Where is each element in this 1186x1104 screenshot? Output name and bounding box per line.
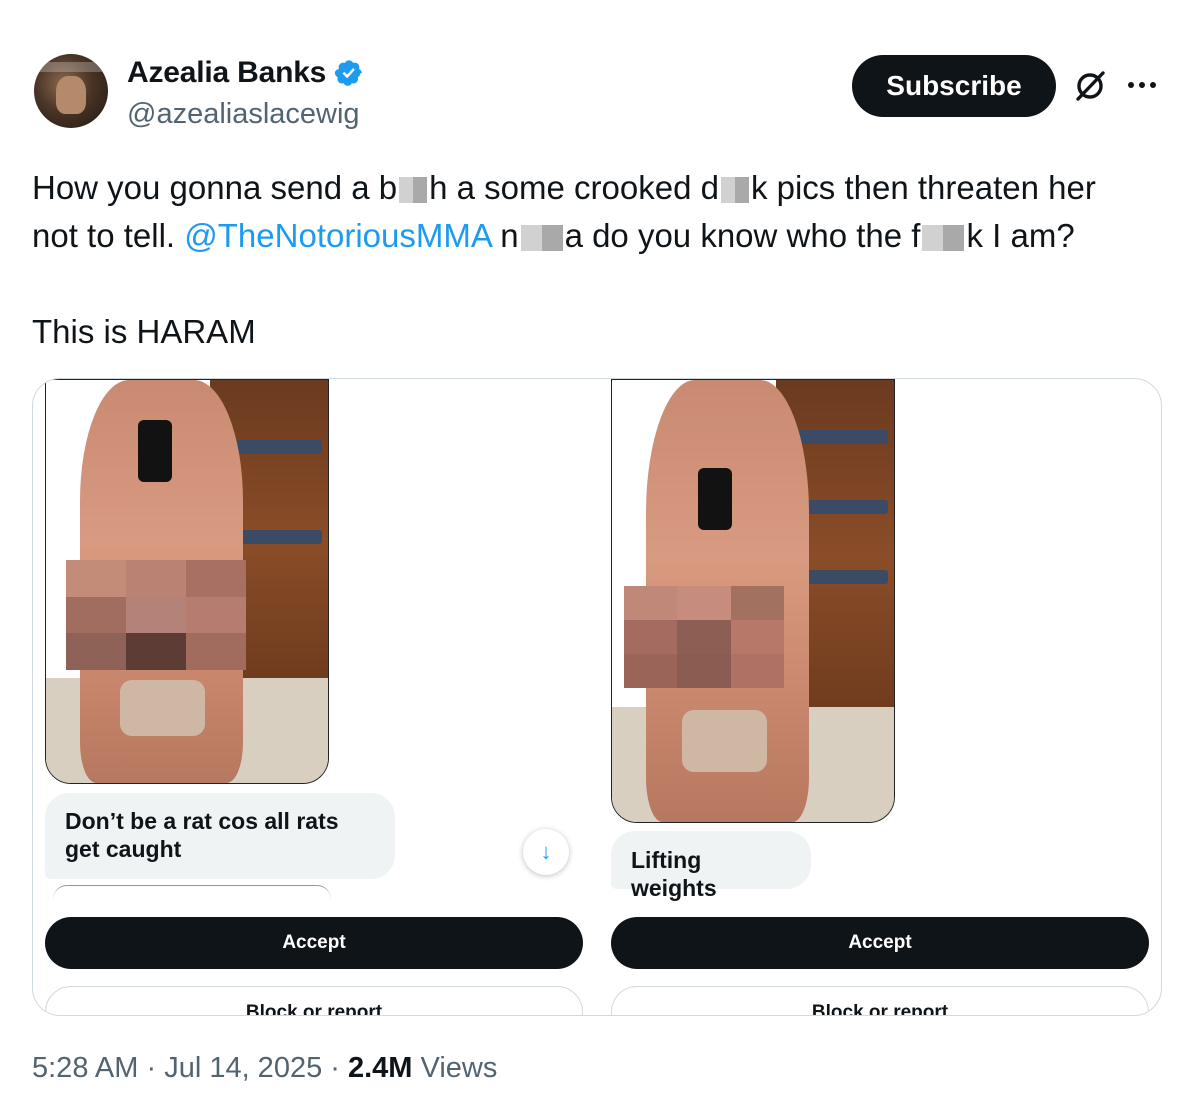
censor-block (520, 225, 563, 251)
scroll-down-button[interactable]: ↓ (523, 829, 569, 875)
photo-left[interactable] (45, 379, 329, 784)
display-name[interactable]: Azealia Banks (127, 56, 326, 90)
views-label: Views (412, 1052, 498, 1084)
grok-icon[interactable] (1072, 68, 1108, 104)
accept-button[interactable]: Accept (45, 917, 583, 969)
message-bubble: Don’t be a rat cos all rats get caught (45, 793, 395, 879)
tweet-line-3: This is HARAM (32, 313, 256, 350)
subscribe-button[interactable]: Subscribe (852, 55, 1056, 117)
censor-block (720, 177, 749, 203)
tweet-meta: 5:28 AM · Jul 14, 2025 · 2.4M Views (32, 1052, 498, 1084)
media-left-panel[interactable]: Don’t be a rat cos all rats get caught ↓… (45, 379, 593, 1015)
pixelated-censor (66, 560, 246, 670)
tweet-line-1: How you gonna send a bh a some crooked d… (32, 169, 1096, 206)
tweet-text: How you gonna send a bh a some crooked d… (32, 164, 1162, 356)
photo-right[interactable] (611, 379, 895, 823)
pixelated-censor (624, 586, 784, 688)
verified-badge-icon (335, 60, 362, 86)
censor-block (399, 177, 428, 203)
bubble-edge (53, 885, 331, 899)
arrow-down-icon: ↓ (540, 839, 552, 864)
message-bubble: Lifting weights (611, 831, 811, 901)
avatar-figure (56, 76, 86, 114)
media-card[interactable]: Don’t be a rat cos all rats get caught ↓… (32, 378, 1162, 1016)
date[interactable]: Jul 14, 2025 (164, 1052, 322, 1084)
block-or-report-button[interactable]: Block or report (611, 986, 1149, 1015)
accept-button[interactable]: Accept (611, 917, 1149, 969)
timestamp[interactable]: 5:28 AM (32, 1052, 138, 1084)
block-or-report-button[interactable]: Block or report (45, 986, 583, 1015)
mention-link[interactable]: @TheNotoriousMMA (184, 217, 491, 254)
author-name-row[interactable]: Azealia Banks (127, 56, 364, 90)
tweet-line-2: not to tell. @TheNotoriousMMA na do you … (32, 217, 1075, 254)
views-count: 2.4M (347, 1052, 413, 1084)
media-right-panel[interactable]: Lifting weights Accept Block or report (611, 379, 1159, 1015)
author-handle[interactable]: @azealiaslacewig (127, 98, 360, 131)
more-icon[interactable] (1128, 82, 1156, 88)
censor-block (922, 225, 965, 251)
avatar-graphic (34, 62, 108, 72)
avatar[interactable] (34, 54, 108, 128)
